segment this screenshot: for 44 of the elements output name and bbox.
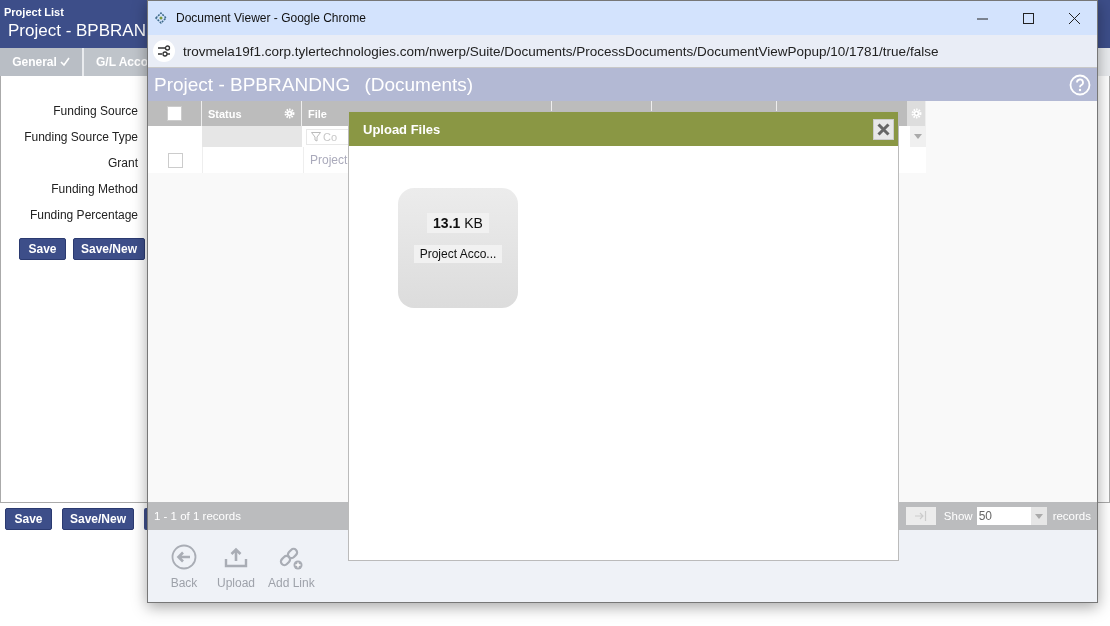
button-edge[interactable] [144, 508, 148, 530]
field-label: Funding Source [52, 103, 138, 120]
last-page-icon [914, 511, 927, 521]
page-size-select[interactable]: 50 [976, 507, 1047, 525]
row-checkbox[interactable] [167, 152, 183, 168]
field-label: Funding Source Type [23, 129, 138, 146]
show-label: Show [943, 510, 973, 522]
close-icon [1068, 12, 1080, 24]
caret-icon [1034, 513, 1043, 519]
save-button[interactable]: Save [19, 238, 66, 260]
dialog-title: Upload Files [363, 121, 441, 137]
records-label: records [1052, 510, 1091, 522]
field-label: Funding Method [50, 181, 138, 198]
save-button[interactable]: Save [5, 508, 52, 530]
window-title: Document Viewer - Google Chrome [176, 11, 367, 25]
app-icon [154, 11, 168, 25]
settings-icon [157, 45, 171, 57]
save-button[interactable]: Save/New [62, 508, 135, 530]
url-text[interactable]: trovmela19f1.corp.tylertechnologies.com/nwerp/Suite/Documents/ProcessDocuments/DocumentViewPopup/10/1781/true/false [183, 43, 939, 59]
dropdown-button[interactable] [910, 126, 926, 147]
caret-icon [914, 134, 922, 139]
field-label: Grant [107, 155, 138, 172]
page-title: Project - BPBRANDNG [154, 73, 351, 96]
filter-icon [311, 131, 321, 142]
record-count: 1 - 1 of 1 records [154, 510, 242, 522]
file-name: Project Acco... [413, 245, 503, 263]
site-info-button[interactable] [153, 40, 175, 62]
close-icon [877, 122, 890, 136]
file-size: 13.1 KB [427, 213, 489, 233]
last-page-button[interactable] [905, 507, 936, 525]
back-icon [171, 544, 197, 570]
settings-icon[interactable] [284, 108, 295, 119]
page-title: Project - BPBRAN [8, 21, 146, 41]
breadcrumb-link[interactable]: Project List [4, 6, 64, 18]
help-icon[interactable] [1069, 73, 1091, 96]
field-label: Funding Percentage [28, 207, 138, 224]
select-all-checkbox[interactable] [167, 106, 182, 121]
save-button[interactable]: Save/New [73, 238, 146, 260]
check-icon [59, 57, 70, 67]
file-tile[interactable]: 13.1 KB Project Acco... [398, 188, 518, 308]
maximize-icon [1022, 12, 1034, 24]
close-button[interactable] [873, 118, 894, 140]
settings-icon[interactable] [911, 108, 922, 119]
page-subtitle: (Documents) [364, 73, 475, 96]
